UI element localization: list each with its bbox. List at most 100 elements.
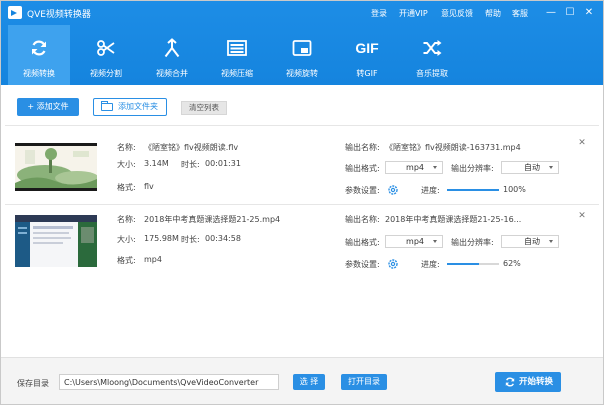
add-folder-label: 添加文件夹: [118, 102, 158, 111]
output-format-label: 输出格式:: [345, 164, 380, 173]
progress-label: 进度:: [421, 186, 440, 195]
output-format-select[interactable]: mp4: [385, 161, 443, 174]
start-convert-button[interactable]: 开始转换: [495, 372, 561, 392]
duration-label: 时长:: [181, 235, 200, 244]
chevron-down-icon: [549, 166, 553, 169]
add-folder-button[interactable]: 添加文件夹: [93, 98, 167, 116]
output-resolution-value: 自动: [524, 163, 540, 172]
output-name-label: 输出名称:: [345, 215, 380, 224]
name-label: 名称:: [117, 143, 136, 152]
tab-video-convert[interactable]: 视频转换: [8, 25, 70, 85]
tab-video-merge[interactable]: 视频合并: [141, 25, 203, 85]
open-directory-button[interactable]: 打开目录: [341, 374, 387, 390]
tab-label: 视频合并: [156, 69, 188, 78]
tab-label: 音乐提取: [416, 69, 448, 78]
refresh-icon: [505, 377, 515, 387]
feedback-link[interactable]: 意见反馈: [441, 8, 473, 19]
tab-label: 视频旋转: [286, 69, 318, 78]
header: QVE视频转换器 登录 开通VIP 意见反馈 帮助 客服 — ☐ ✕ 视频转换: [1, 1, 603, 85]
file-row: 名称: 2018年中考真题课选择题21-25.mp4 大小: 175.98M 时…: [1, 207, 603, 277]
progress-value: 100%: [503, 185, 526, 194]
save-directory-label: 保存目录: [17, 379, 49, 388]
file-row: 名称: 《陋室铭》flv视频朗读.flv 大小: 3.14M 时长: 00:01…: [1, 135, 603, 205]
remove-file-button[interactable]: ✕: [577, 211, 587, 221]
progress-fill: [447, 263, 480, 265]
gear-icon[interactable]: [387, 258, 399, 270]
chevron-down-icon: [433, 240, 437, 243]
tab-label: 视频压缩: [221, 69, 253, 78]
feature-toolbar: 视频转换 视频分割 视频合并 视频压缩 视频旋转 GIF 转GIF 音乐提取: [1, 25, 603, 85]
file-duration: 00:01:31: [205, 159, 241, 168]
video-thumbnail: [15, 215, 97, 267]
gear-icon[interactable]: [387, 184, 399, 196]
output-name: 2018年中考真题课选择题21-25-16...: [385, 215, 522, 224]
output-format-select[interactable]: mp4: [385, 235, 443, 248]
title-bar: QVE视频转换器 登录 开通VIP 意见反馈 帮助 客服 — ☐ ✕: [1, 1, 603, 25]
app-window: QVE视频转换器 登录 开通VIP 意见反馈 帮助 客服 — ☐ ✕ 视频转换: [0, 0, 604, 405]
choose-directory-button[interactable]: 选 择: [293, 374, 325, 390]
output-resolution-label: 输出分辨率:: [451, 164, 494, 173]
size-label: 大小:: [117, 235, 136, 244]
app-logo-icon: [8, 6, 22, 19]
refresh-icon: [32, 40, 46, 56]
file-format: mp4: [144, 255, 162, 264]
add-file-button[interactable]: + 添加文件: [17, 98, 79, 116]
shuffle-icon: [423, 40, 442, 56]
chevron-down-icon: [549, 240, 553, 243]
tab-video-compress[interactable]: 视频压缩: [206, 25, 268, 85]
progress-value: 62%: [503, 259, 521, 268]
tab-label: 视频转换: [23, 69, 55, 78]
compress-icon: [227, 40, 247, 56]
tab-label: 视频分割: [90, 69, 122, 78]
divider: [5, 204, 599, 205]
format-label: 格式:: [117, 183, 136, 192]
scissors-icon: [97, 40, 115, 56]
file-format: flv: [144, 182, 154, 191]
file-size: 3.14M: [144, 159, 169, 168]
vip-link[interactable]: 开通VIP: [399, 8, 428, 19]
output-resolution-select[interactable]: 自动: [501, 161, 559, 174]
progress-bar: [447, 189, 499, 191]
video-thumbnail: [15, 143, 97, 191]
tab-video-rotate[interactable]: 视频旋转: [271, 25, 333, 85]
progress-fill: [447, 189, 499, 191]
output-resolution-label: 输出分辨率:: [451, 238, 494, 247]
merge-icon: [164, 38, 180, 58]
tab-music-extract[interactable]: 音乐提取: [401, 25, 463, 85]
service-link[interactable]: 客服: [512, 8, 528, 19]
maximize-button[interactable]: ☐: [562, 5, 578, 21]
help-link[interactable]: 帮助: [485, 8, 501, 19]
output-format-label: 输出格式:: [345, 238, 380, 247]
remove-file-button[interactable]: ✕: [577, 138, 587, 148]
output-name: 《陋室铭》flv视频朗读-163731.mp4: [385, 143, 521, 152]
tab-label: 转GIF: [356, 69, 378, 78]
file-duration: 00:34:58: [205, 234, 241, 243]
progress-bar: [447, 263, 499, 265]
duration-label: 时长:: [181, 160, 200, 169]
file-name: 《陋室铭》flv视频朗读.flv: [144, 143, 239, 152]
progress-label: 进度:: [421, 260, 440, 269]
start-convert-label: 开始转换: [519, 377, 554, 387]
file-size: 175.98M: [144, 234, 179, 243]
output-resolution-value: 自动: [524, 237, 540, 246]
clear-list-button[interactable]: 清空列表: [181, 101, 227, 115]
tab-video-split[interactable]: 视频分割: [75, 25, 137, 85]
tab-to-gif[interactable]: GIF 转GIF: [336, 25, 398, 85]
chevron-down-icon: [433, 166, 437, 169]
footer-bar: 保存目录 选 择 打开目录 开始转换: [1, 357, 603, 404]
login-link[interactable]: 登录: [371, 8, 387, 19]
close-window-button[interactable]: ✕: [581, 5, 597, 21]
output-format-value: mp4: [406, 163, 424, 172]
params-label: 参数设置:: [345, 186, 380, 195]
file-name: 2018年中考真题课选择题21-25.mp4: [144, 215, 281, 224]
name-label: 名称:: [117, 215, 136, 224]
rotate-icon: [292, 40, 312, 56]
divider: [5, 125, 599, 126]
output-format-value: mp4: [406, 237, 424, 246]
output-resolution-select[interactable]: 自动: [501, 235, 559, 248]
size-label: 大小:: [117, 160, 136, 169]
gif-icon: GIF: [355, 40, 379, 56]
minimize-button[interactable]: —: [543, 5, 559, 21]
save-path-input[interactable]: [59, 374, 279, 390]
output-name-label: 输出名称:: [345, 143, 380, 152]
